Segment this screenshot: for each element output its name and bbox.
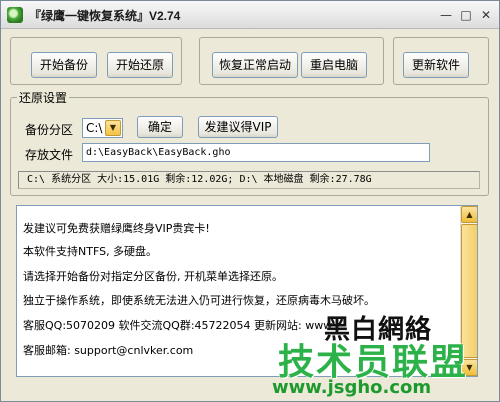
partition-select-value: C:\ <box>86 121 103 135</box>
suggest-vip-button[interactable]: 发建议得VIP <box>198 116 278 138</box>
restore-settings-legend: 还原设置 <box>17 89 70 106</box>
update-software-button[interactable]: 更新软件 <box>403 52 469 78</box>
watermark-url-text: www.jsgho.com <box>272 377 432 398</box>
scroll-up-arrow-icon[interactable]: ▲ <box>461 206 477 223</box>
restart-pc-button[interactable]: 重启电脑 <box>301 52 367 78</box>
maximize-button[interactable]: □ <box>457 7 475 23</box>
info-line: 客服邮箱: support@cnlvker.com <box>23 344 194 357</box>
info-line: 发建议可免费获赠绿鹰终身VIP贵宾卡! <box>23 222 210 235</box>
minimize-button[interactable]: — <box>437 7 455 23</box>
app-window: 『绿鹰一键恢复系统』V2.74 — □ ✕ 开始备份 开始还原 恢复正常启动 重… <box>0 0 500 402</box>
disk-status-text: C:\ 系统分区 大小:15.01G 剩余:12.02G; D:\ 本地磁盘 剩… <box>18 171 480 189</box>
info-line: 本软件支持NTFS, 多硬盘。 <box>23 245 158 258</box>
file-location-label: 存放文件 <box>25 148 74 162</box>
confirm-button[interactable]: 确定 <box>137 116 183 138</box>
chevron-down-icon[interactable]: ▼ <box>105 120 121 136</box>
info-line: 请选择开始备份对指定分区备份, 开机菜单选择还原。 <box>23 270 283 283</box>
green-eagle-logo-icon <box>7 7 23 23</box>
start-restore-button[interactable]: 开始还原 <box>107 52 173 78</box>
info-line: 客服QQ:5070209 软件交流QQ群:45722054 更新网站: www.… <box>23 319 341 332</box>
info-line: 独立于操作系统，即使系统无法进入仍可进行恢复，还原病毒木马破坏。 <box>23 294 375 307</box>
file-path-field[interactable]: d:\EasyBack\EasyBack.gho <box>82 143 430 162</box>
backup-partition-label: 备份分区 <box>25 123 74 137</box>
title-bar[interactable]: 『绿鹰一键恢复系统』V2.74 — □ ✕ <box>1 1 499 29</box>
restore-normal-boot-button[interactable]: 恢复正常启动 <box>212 52 298 78</box>
close-button[interactable]: ✕ <box>477 7 495 23</box>
window-title: 『绿鹰一键恢复系统』V2.74 <box>29 9 181 23</box>
start-backup-button[interactable]: 开始备份 <box>31 52 97 78</box>
partition-select[interactable]: C:\ ▼ <box>82 118 123 138</box>
